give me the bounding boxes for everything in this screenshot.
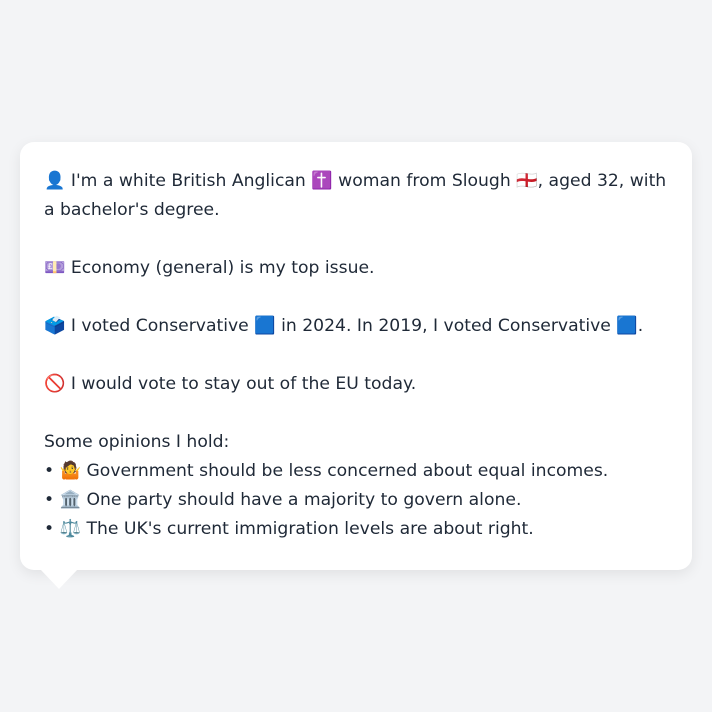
- bullet: •: [44, 490, 55, 510]
- top-issue-paragraph: 💷 Economy (general) is my top issue.: [44, 254, 668, 283]
- opinion-item: • ⚖️ The UK's current immigration levels…: [44, 515, 668, 544]
- eu-stance-text: I would vote to stay out of the EU today…: [70, 374, 417, 394]
- bullet: •: [44, 519, 55, 539]
- speech-bubble-tail: [40, 569, 78, 589]
- person-silhouette-icon: 👤: [44, 171, 66, 191]
- prohibited-icon: 🚫: [44, 374, 66, 394]
- vote-text-1: I voted Conservative: [70, 316, 249, 336]
- opinion-item: • 🤷 Government should be less concerned …: [44, 457, 668, 486]
- bullet: •: [44, 461, 55, 481]
- classical-building-icon: 🏛️: [59, 490, 82, 510]
- vote-history-paragraph: 🗳️ I voted Conservative 🟦 in 2024. In 20…: [44, 312, 668, 341]
- opinion-text: One party should have a majority to gove…: [86, 490, 522, 510]
- vote-text-3: .: [637, 316, 644, 336]
- latin-cross-icon: ✝️: [311, 171, 333, 191]
- identity-paragraph: 👤 I'm a white British Anglican ✝️ woman …: [44, 167, 668, 225]
- vote-text-2: in 2024. In 2019, I voted Conservative: [281, 316, 611, 336]
- blue-square-icon: 🟦: [616, 316, 638, 336]
- top-issue-text: Economy (general) is my top issue.: [70, 258, 375, 278]
- identity-text-2: woman from Slough: [338, 171, 511, 191]
- persona-speech-bubble: 👤 I'm a white British Anglican ✝️ woman …: [20, 142, 692, 570]
- ballot-box-icon: 🗳️: [44, 316, 66, 336]
- identity-text-1: I'm a white British Anglican: [70, 171, 306, 191]
- balance-scale-icon: ⚖️: [59, 519, 82, 539]
- england-flag-icon: 🏴󠁧󠁢󠁥󠁮󠁧󠁿: [516, 171, 538, 191]
- opinion-text: Government should be less concerned abou…: [86, 461, 609, 481]
- shrug-icon: 🤷: [59, 461, 82, 481]
- blue-square-icon: 🟦: [254, 316, 276, 336]
- opinion-text: The UK's current immigration levels are …: [86, 519, 534, 539]
- pound-banknote-icon: 💷: [44, 258, 66, 278]
- opinion-item: • 🏛️ One party should have a majority to…: [44, 486, 668, 515]
- opinions-section: Some opinions I hold: • 🤷 Government sho…: [44, 428, 668, 544]
- opinions-heading: Some opinions I hold:: [44, 432, 230, 452]
- eu-stance-paragraph: 🚫 I would vote to stay out of the EU tod…: [44, 370, 668, 399]
